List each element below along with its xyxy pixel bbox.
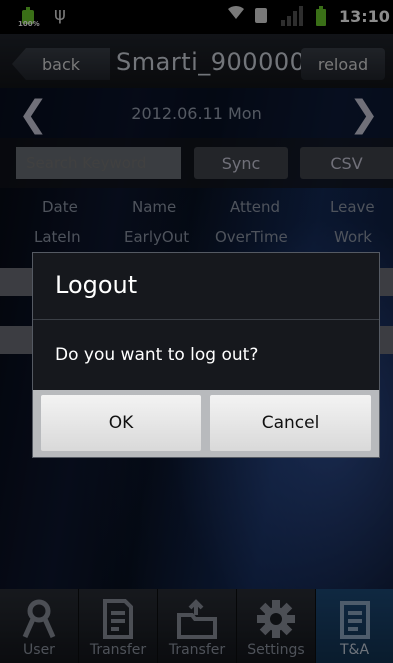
- logout-dialog: Logout Do you want to log out? OK Cancel: [32, 252, 380, 458]
- divider: [33, 319, 379, 320]
- ok-button[interactable]: OK: [41, 395, 201, 451]
- dialog-title: Logout: [55, 271, 138, 299]
- dialog-message: Do you want to log out?: [55, 345, 259, 365]
- dialog-button-bar: OK Cancel: [33, 390, 379, 457]
- cancel-button[interactable]: Cancel: [210, 395, 371, 451]
